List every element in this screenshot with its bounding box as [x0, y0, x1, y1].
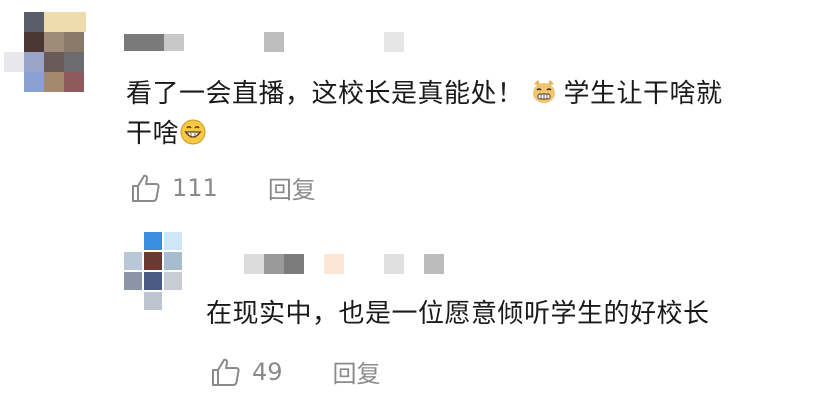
cat-grin-emoji-icon [532, 80, 555, 103]
grinning-face-emoji-icon [180, 119, 206, 145]
like-button[interactable]: 111 [130, 172, 218, 204]
reply-reply-button[interactable]: 回复 [333, 354, 381, 389]
reply-actions: 49 回复 [210, 354, 381, 389]
reply-text: 在现实中，也是一位愿意倾听学生的好校长 [206, 299, 710, 329]
thumbs-up-icon [212, 358, 240, 386]
reply-like-count: 49 [252, 357, 283, 386]
comment-text-part-2: 学生让干啥就 [563, 79, 723, 109]
reply-button[interactable]: 回复 [268, 170, 316, 205]
comment-text: 看了一会直播，这校长是真能处！ 学生让干啥就 干啥 [126, 74, 806, 154]
reply-like-button[interactable]: 49 [210, 356, 283, 388]
replier-avatar[interactable] [124, 232, 184, 312]
comment-text-part-3: 干啥 [126, 119, 180, 149]
like-count: 111 [172, 173, 218, 202]
thumbs-up-icon [132, 174, 160, 202]
comment-actions: 111 回复 [130, 170, 316, 205]
comment-text-part-1: 看了一会直播，这校长是真能处！ [126, 79, 524, 109]
commenter-avatar[interactable] [4, 12, 86, 92]
